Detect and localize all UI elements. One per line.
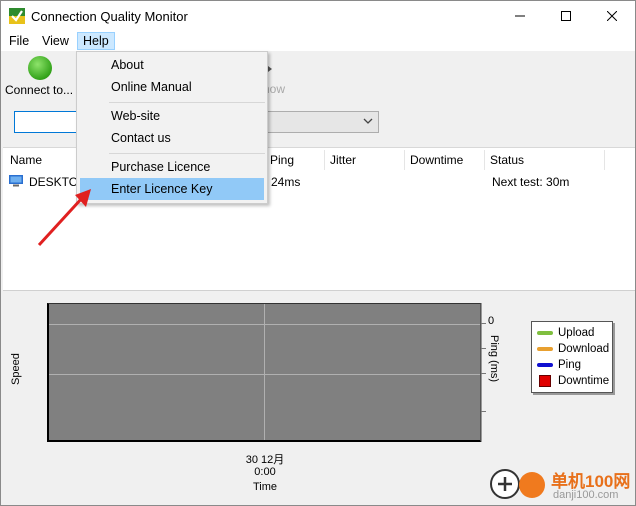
column-header-ping[interactable]: Ping [270, 153, 294, 167]
chart-panel: 0 Speed Ping (ms) 30 12月 0:00 Time Uploa… [3, 293, 635, 505]
menu-help[interactable]: Help [77, 32, 115, 50]
menu-item-enter-licence-key[interactable]: Enter Licence Key [80, 178, 264, 200]
downtime-swatch-icon [539, 375, 551, 387]
column-divider [604, 150, 605, 170]
menu-item-about[interactable]: About [80, 54, 264, 76]
x-tick-label-time: 0:00 [254, 466, 276, 478]
maximize-icon [561, 11, 571, 21]
minimize-button[interactable] [497, 1, 543, 31]
server-select[interactable] [263, 111, 379, 133]
axis-tick [481, 348, 486, 349]
upload-swatch-icon [537, 331, 553, 335]
connect-button[interactable]: Connect to... [3, 53, 75, 97]
chevron-down-icon [363, 118, 373, 124]
window-title: Connection Quality Monitor [31, 9, 188, 24]
menu-bar: File View Help [1, 31, 635, 51]
menu-view[interactable]: View [37, 32, 74, 50]
row-ping: 24ms [271, 175, 301, 189]
close-icon [607, 11, 617, 21]
help-menu-dropdown: About Online Manual Web-site Contact us … [76, 51, 268, 204]
menu-item-website[interactable]: Web-site [80, 105, 264, 127]
column-header-name[interactable]: Name [10, 153, 42, 167]
x-tick-label-date: 30 12月 [245, 454, 285, 466]
x-axis-label: Time [252, 481, 278, 493]
watermark-url: danji100.com [553, 489, 619, 501]
close-button[interactable] [589, 1, 635, 31]
menu-item-contact-us[interactable]: Contact us [80, 127, 264, 149]
column-divider [324, 150, 325, 170]
app-window: Connection Quality Monitor File View Hel… [0, 0, 636, 506]
column-header-jitter[interactable]: Jitter [330, 153, 356, 167]
y2-tick-label: 0 [488, 315, 495, 327]
row-status: Next test: 30m [492, 175, 570, 189]
annotation-arrow-icon [37, 189, 91, 247]
title-bar: Connection Quality Monitor [1, 1, 635, 31]
axis-tick [481, 323, 486, 324]
menu-item-online-manual[interactable]: Online Manual [80, 76, 264, 98]
computer-icon [9, 175, 23, 187]
menu-separator [109, 102, 265, 103]
ping-swatch-icon [537, 363, 553, 367]
watermark-circle-icon [519, 472, 545, 498]
app-logo-icon [9, 8, 25, 24]
menu-separator [109, 153, 265, 154]
column-divider [484, 150, 485, 170]
column-divider [404, 150, 405, 170]
watermark-plus-icon [490, 469, 520, 499]
column-header-status[interactable]: Status [490, 153, 524, 167]
filter-input[interactable] [14, 111, 80, 133]
chart-legend: Upload Download Ping Downtime [531, 321, 613, 393]
minimize-icon [515, 15, 525, 17]
y2-axis-label: Ping (ms) [488, 335, 500, 383]
menu-item-purchase-licence[interactable]: Purchase Licence [80, 156, 264, 178]
connect-label: Connect to... [5, 83, 74, 97]
menu-file[interactable]: File [4, 32, 34, 50]
download-swatch-icon [537, 347, 553, 351]
gridline [264, 304, 265, 440]
column-header-downtime[interactable]: Downtime [410, 153, 463, 167]
axis-tick [481, 411, 486, 412]
maximize-button[interactable] [543, 1, 589, 31]
connect-status-icon [28, 56, 52, 80]
axis-tick [481, 373, 486, 374]
y-axis-label: Speed [10, 353, 22, 385]
chart-plot-area [47, 303, 481, 442]
